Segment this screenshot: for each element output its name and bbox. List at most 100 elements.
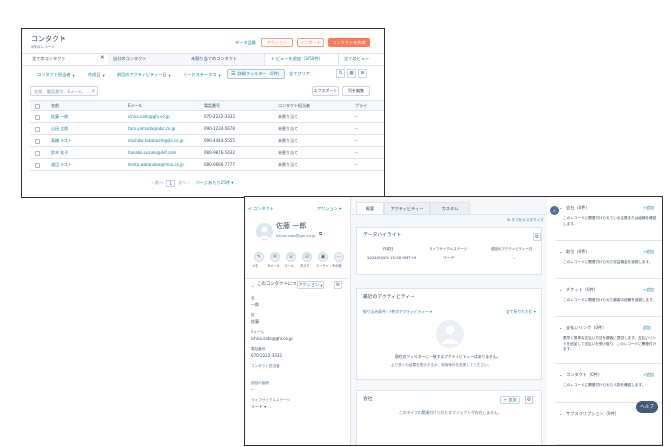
avatar	[256, 223, 273, 240]
page-title[interactable]: コンタクト	[31, 36, 66, 43]
collapse-icon[interactable]: ⌄	[251, 284, 254, 288]
email-cell[interactable]: michiko.takahashi@jkl.co.jp	[128, 139, 183, 143]
chevron-down-icon[interactable]: ⌄	[559, 206, 562, 210]
close-icon[interactable]: ✕	[100, 55, 105, 62]
association-title[interactable]: サブスクリプション（0件）	[566, 411, 619, 416]
association-add-link[interactable]: +追加	[643, 250, 654, 254]
quick-action-meeting[interactable]: ▣ ミーティ…	[315, 252, 332, 272]
column-header-owner[interactable]: コンタクト担当者	[278, 104, 310, 108]
property-value[interactable]: ichiro.sato@ghi.co.jp	[251, 337, 293, 341]
sort-icon[interactable]: ⇅	[336, 69, 345, 78]
chevron-down-icon[interactable]: ▾	[62, 37, 65, 42]
prev-page-link[interactable]: ‹ 前へ	[152, 180, 163, 186]
chevron-down-icon[interactable]: ⌄	[559, 412, 562, 416]
current-page[interactable]: 1	[166, 179, 176, 187]
email-cell[interactable]: hanako.suzuki@def.com	[128, 151, 176, 155]
property-value[interactable]: 070-2222-3333	[251, 354, 282, 358]
chevron-down-icon[interactable]: ⌄	[559, 250, 562, 254]
tab-custom[interactable]: カスタム	[430, 202, 470, 214]
actions-dropdown[interactable]: アクション ▾	[317, 206, 341, 211]
row-checkbox[interactable]	[35, 150, 40, 156]
all-views-link[interactable]: 全てのビュー	[344, 56, 369, 61]
contact-name-link[interactable]: 佐藤 一郎	[51, 115, 68, 119]
contact-name-link[interactable]: 高橋 テスト	[51, 139, 72, 143]
table-row[interactable]: 佐藤 一郎 ichiro.sato@ghi.co.jp 070-2222-3333 未…	[30, 111, 384, 123]
back-link[interactable]: < コンタクト	[248, 206, 274, 211]
quick-action-email[interactable]: ✉ Eメール	[267, 252, 283, 272]
advanced-filter-button[interactable]: ☰ 詳細フィルター（0件）	[227, 69, 285, 79]
filter-lead-status[interactable]: リードステータス ▾	[183, 72, 221, 78]
tab-all-contacts[interactable]: 全てのコンタクト ✕	[28, 54, 109, 65]
association-add-link[interactable]: +追加	[643, 373, 654, 377]
create-contact-button[interactable]: コンタクトを作成	[328, 38, 370, 47]
column-header-phone[interactable]: 電話番号	[204, 104, 220, 108]
email-cell[interactable]: kenta.watanabe@mno.co.jp	[128, 163, 184, 167]
property-value[interactable]: 一郎	[251, 303, 259, 307]
add-view-link[interactable]: + ビューを追加（3/50件）	[271, 56, 323, 61]
customize-tabs-link[interactable]: ⚙ タブをカスタマイズ	[507, 218, 544, 223]
settings-icon[interactable]: ⚙	[525, 396, 533, 404]
property-value[interactable]: 佐藤	[251, 320, 259, 324]
tab-overview[interactable]: 概要	[356, 202, 384, 214]
association-title[interactable]: 取引（0件）	[566, 249, 590, 254]
contact-name-link[interactable]: 渡辺 テスト	[51, 163, 72, 167]
quick-action-call[interactable]: ☏ コール	[283, 252, 299, 272]
add-company-button[interactable]: + 追加	[500, 396, 520, 404]
table-row[interactable]: 鈴木 花子 hanako.suzuki@def.com 080-9876-5432 未…	[30, 147, 384, 159]
contact-name-link[interactable]: 山田 太郎	[51, 127, 68, 131]
row-checkbox[interactable]	[35, 162, 40, 168]
association-title[interactable]: コンタクト（0件）	[566, 372, 602, 377]
clear-all-link[interactable]: 全てクリア	[289, 71, 310, 76]
per-page-select[interactable]: ページあたり25件 ▾	[195, 180, 233, 186]
row-checkbox[interactable]	[35, 126, 40, 132]
actions-button[interactable]: アクション	[261, 38, 293, 47]
activity-filter-dropdown[interactable]: 7件のアクティビティー ▾	[389, 310, 432, 314]
property-value[interactable]: --	[251, 388, 254, 392]
table-row[interactable]: 高橋 テスト michiko.takahashi@jkl.co.jp 090-444…	[30, 135, 384, 147]
row-checkbox[interactable]	[35, 138, 40, 144]
quick-action-task[interactable]: ☑ タスク	[299, 252, 315, 272]
search-input[interactable]: 名前、電話番号、Eメール、… ⌕	[30, 86, 98, 96]
about-actions-button[interactable]: アクション ▾	[297, 281, 324, 289]
filter-create-date[interactable]: 作成日 ▾	[88, 72, 105, 78]
table-row[interactable]: 渡辺 テスト kenta.watanabe@mno.co.jp 080-6666-7…	[30, 159, 384, 171]
association-title[interactable]: 支払いリンク（0件）	[566, 325, 606, 330]
next-page-link[interactable]: 次へ ›	[178, 180, 189, 186]
grid-view-icon[interactable]: ⊞	[358, 69, 367, 78]
email-cell[interactable]: taro.yamada@abc.co.jp	[128, 127, 175, 131]
property-value[interactable]: リード ▾	[251, 405, 266, 409]
column-header-extra[interactable]: プライ	[355, 104, 367, 108]
association-add-link[interactable]: +追加	[643, 206, 654, 210]
association-add-link[interactable]: 追加	[643, 326, 651, 330]
filter-last-activity[interactable]: 前回のアクティビティー日 ▾	[117, 72, 171, 78]
edit-columns-button[interactable]: 列を編集	[342, 86, 370, 96]
select-all-checkbox[interactable]	[35, 103, 40, 109]
chevron-down-icon[interactable]: ⌄	[559, 288, 562, 292]
row-checkbox[interactable]	[35, 114, 40, 120]
contact-name-link[interactable]: 鈴木 花子	[51, 151, 68, 155]
data-quality-link[interactable]: データ品質	[235, 40, 256, 45]
export-button[interactable]: エクスポート	[312, 86, 339, 96]
association-add-link[interactable]: +追加	[643, 288, 654, 292]
filter-contact-owner[interactable]: コンタクト担当者 ▾	[37, 72, 75, 78]
association-title[interactable]: チケット（0件）	[566, 287, 598, 292]
tab-my-contacts[interactable]: 自分のコンタクト	[108, 54, 187, 65]
quick-action-note[interactable]: ✎ メモ	[251, 252, 267, 272]
association-title[interactable]: 会社（0件）	[566, 205, 590, 210]
chevron-down-icon[interactable]: ⌄	[559, 373, 562, 377]
column-header-name[interactable]: 名前	[51, 104, 59, 108]
import-button[interactable]: インポート	[297, 38, 324, 47]
table-row[interactable]: 山田 太郎 taro.yamada@abc.co.jp 090-1234-5678 未…	[30, 123, 384, 135]
column-header-email[interactable]: Eメール	[128, 104, 143, 108]
email-cell[interactable]: ichiro.sato@ghi.co.jp	[128, 115, 170, 119]
board-view-icon[interactable]: ▦	[347, 69, 356, 78]
chevron-down-icon[interactable]: ⌄	[559, 326, 562, 330]
copy-icon[interactable]: ⧉	[319, 232, 322, 238]
help-button[interactable]: ヘルプ	[636, 401, 658, 413]
collapse-all-link[interactable]: 全て折りたたむ ▾	[506, 310, 536, 314]
tab-activity[interactable]: アクティビティー	[384, 202, 430, 214]
quick-action-more[interactable]: ⋯ その他	[331, 252, 347, 272]
tab-unassigned-contacts[interactable]: 未割り当てのコンタクト	[186, 54, 265, 65]
settings-icon[interactable]: ⚙	[334, 281, 342, 289]
settings-icon[interactable]: ⚙	[533, 233, 541, 241]
